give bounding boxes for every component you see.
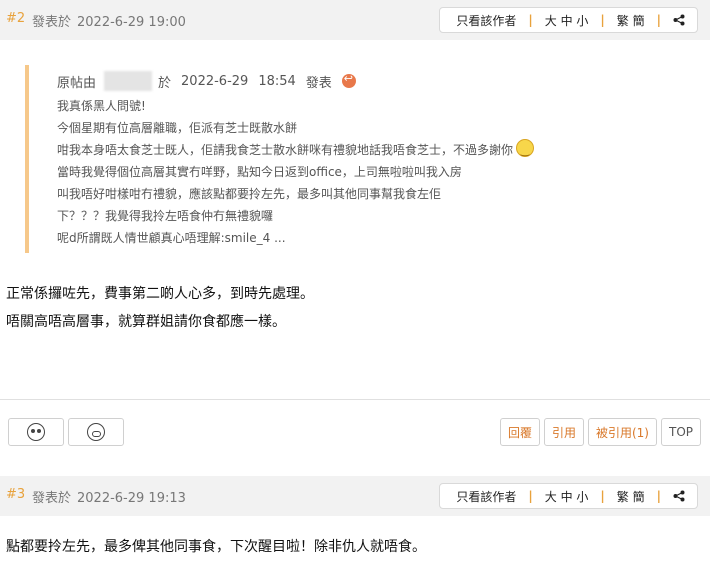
quote-line: 下？？？我覺得我拎左唔食仲冇無禮貌囉 <box>57 209 274 223</box>
quoted-by-button[interactable]: 被引用(1) <box>587 418 657 446</box>
quoted-post: 原帖由 於 2022-6-29 18:54 發表 我真係黑人問號! 今個星期有位… <box>25 65 605 253</box>
divider <box>0 399 710 400</box>
author-only-button[interactable]: 只看該作者 <box>456 488 516 505</box>
post-2-header: #2 發表於 2022-6-29 19:00 只看該作者 | 大 中 小 | 繁 … <box>0 0 710 40</box>
quote-posted: 發表 <box>305 75 332 91</box>
post-number[interactable]: #2 <box>6 11 25 26</box>
body-line: 正常係攞咗先，費事第二啲人心多，到時先處理。 <box>6 286 314 302</box>
post-actions: 回覆 引用 被引用(1) TOP <box>499 418 701 446</box>
quote-line: 我真係黑人問號! <box>57 99 146 113</box>
quote-line: 今個星期有位高層離職，佢派有芝士既散水餅 <box>57 121 298 135</box>
traditional-simplified-button[interactable]: 繁 簡 <box>617 12 645 29</box>
quote-header: 原帖由 於 2022-6-29 18:54 發表 <box>57 69 605 93</box>
separator: | <box>600 489 605 503</box>
posted-label: 發表於 <box>32 491 72 506</box>
share-icon[interactable] <box>673 14 685 26</box>
post-toolbar: 只看該作者 | 大 中 小 | 繁 簡 | <box>439 483 698 509</box>
font-size-button[interactable]: 大 中 小 <box>545 12 589 29</box>
separator: | <box>528 13 533 27</box>
post-3-header: #3 發表於 2022-6-29 19:13 只看該作者 | 大 中 小 | 繁 … <box>0 476 710 516</box>
share-icon[interactable] <box>673 490 685 502</box>
post-time: 2022-6-29 19:00 <box>77 15 186 30</box>
reaction-love-button[interactable] <box>8 418 64 446</box>
quote-button[interactable]: 引用 <box>543 418 584 446</box>
quote-line: 叫我唔好咁樣咁冇禮貌，應該點都要拎左先，最多叫其他同事幫我食左佢 <box>57 187 442 201</box>
posted-label: 發表於 <box>32 15 72 30</box>
author-only-button[interactable]: 只看該作者 <box>456 12 516 29</box>
post-3-body: 點都要拎左先，最多俾其他同事食，下次醒目啦！除非仇人就唔食。 <box>6 533 426 561</box>
separator: | <box>528 489 533 503</box>
redacted-username <box>104 71 153 91</box>
reply-button[interactable]: 回覆 <box>499 418 540 446</box>
smiley-emoticon <box>516 139 535 163</box>
traditional-simplified-button[interactable]: 繁 簡 <box>617 488 645 505</box>
post-2-body: 正常係攞咗先，費事第二啲人心多，到時先處理。 唔關高唔高層事，就算群姐請你食都應… <box>6 280 314 336</box>
separator: | <box>656 489 661 503</box>
quote-line: 咁我本身唔太食芝士既人，佢請我食芝士散水餅咪有禮貌地話我唔食芝士，不過多謝你 <box>57 139 605 163</box>
font-size-button[interactable]: 大 中 小 <box>545 488 589 505</box>
quote-date: 2022-6-29 <box>181 73 249 89</box>
quote-prefix: 原帖由 <box>57 75 97 91</box>
reaction-pig-button[interactable] <box>68 418 124 446</box>
top-button[interactable]: TOP <box>660 418 701 446</box>
quote-line-text: 咁我本身唔太食芝士既人，佢請我食芝士散水餅咪有禮貌地話我唔食芝士，不過多謝你 <box>57 143 514 157</box>
quote-at: 於 <box>158 75 172 91</box>
post-meta: 發表於 2022-6-29 19:13 <box>32 487 186 506</box>
quote-lines: 我真係黑人問號! 今個星期有位高層離職，佢派有芝士既散水餅 咁我本身唔太食芝士既… <box>57 95 605 249</box>
pig-face-icon <box>87 423 105 441</box>
quote-line: 呢d所謂既人情世顧真心唔理解:smile_4 ... <box>57 231 286 245</box>
love-face-icon <box>27 423 45 441</box>
post-number[interactable]: #3 <box>6 487 25 502</box>
post-toolbar: 只看該作者 | 大 中 小 | 繁 簡 | <box>439 7 698 33</box>
quote-time: 18:54 <box>258 73 296 89</box>
goto-post-icon[interactable] <box>341 72 356 88</box>
separator: | <box>656 13 661 27</box>
post-time: 2022-6-29 19:13 <box>77 491 186 506</box>
body-line: 唔關高唔高層事，就算群姐請你食都應一樣。 <box>6 314 286 330</box>
post-meta: 發表於 2022-6-29 19:00 <box>32 11 186 30</box>
quote-line: 當時我覺得個位高層其實冇咩野，點知今日返到office，上司無啦啦叫我入房 <box>57 165 462 179</box>
body-line: 點都要拎左先，最多俾其他同事食，下次醒目啦！除非仇人就唔食。 <box>6 539 426 555</box>
separator: | <box>600 13 605 27</box>
